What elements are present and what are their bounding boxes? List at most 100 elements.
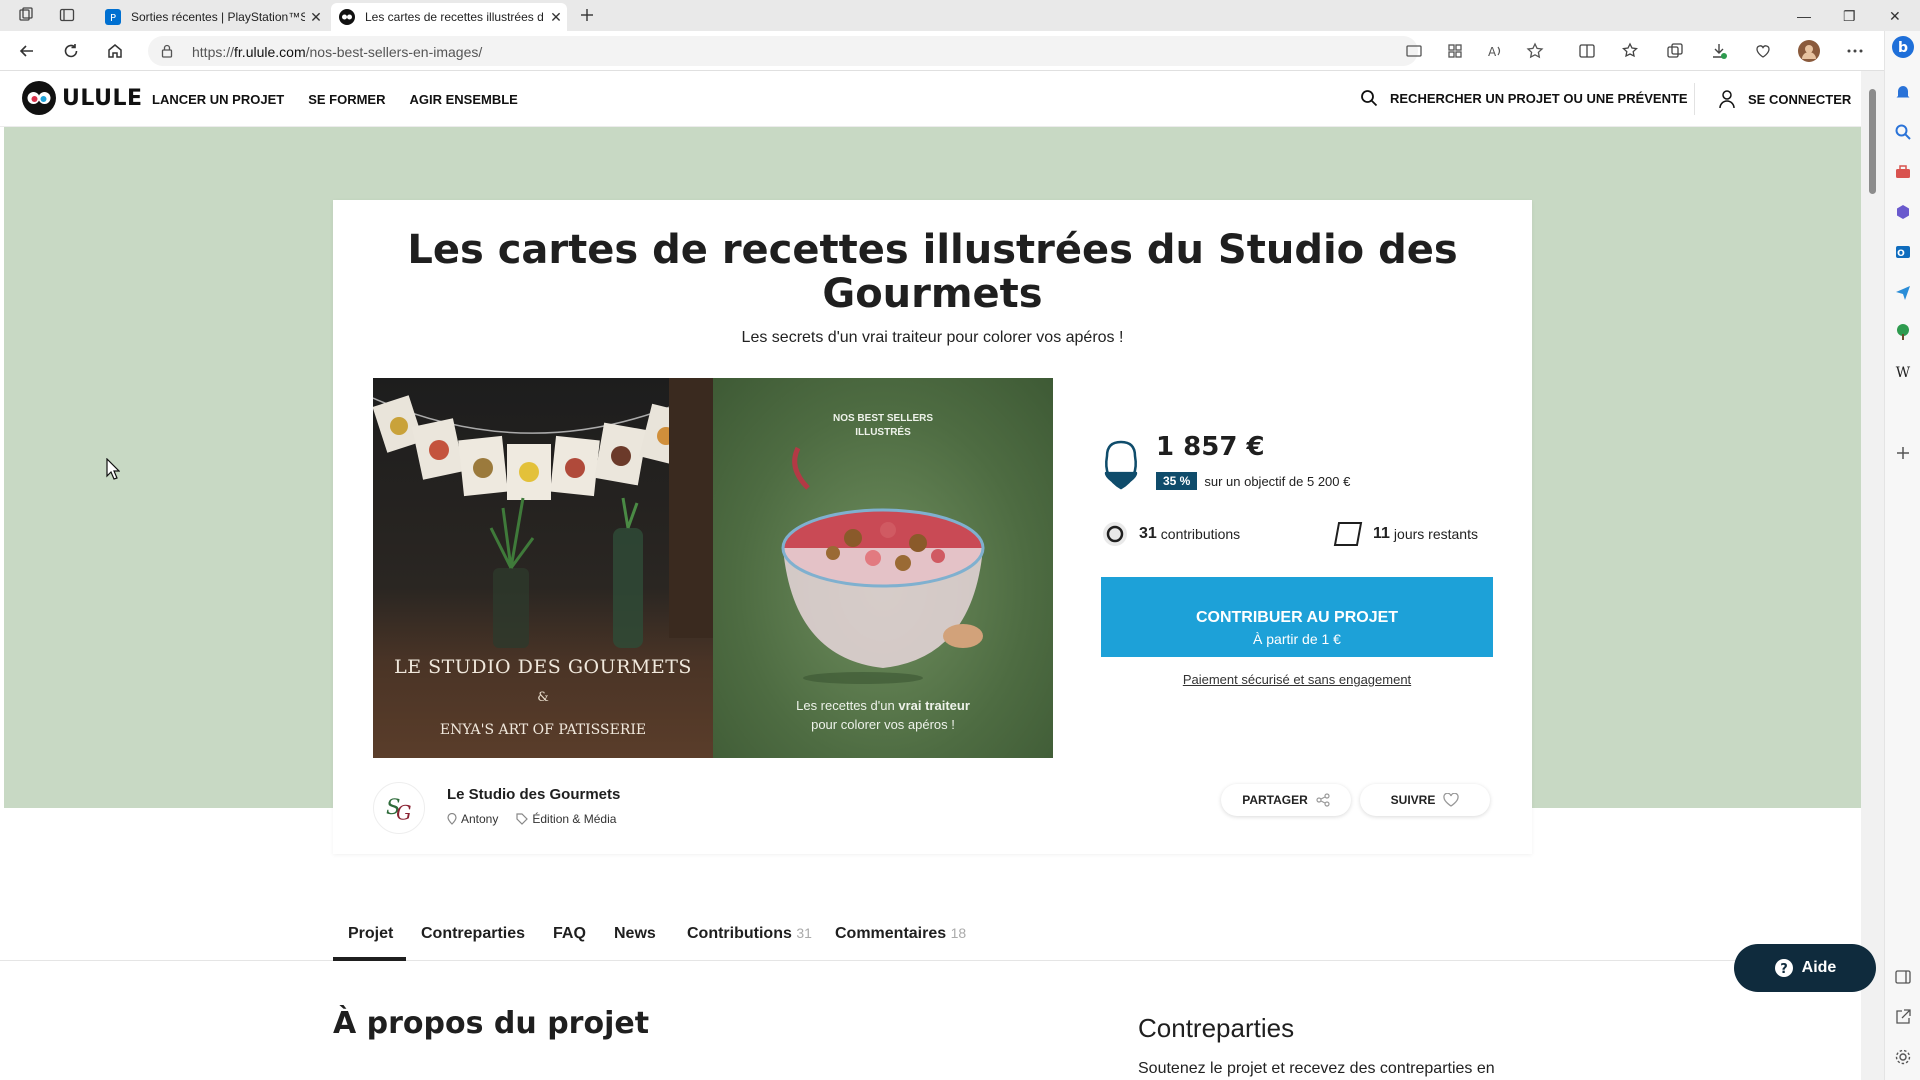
nav-act-together[interactable]: AGIR ENSEMBLE (409, 92, 517, 107)
raised-amount: 1 857 € (1156, 432, 1265, 462)
follow-label: SUIVRE (1390, 793, 1436, 807)
contribute-button-sublabel: À partir de 1 € (1253, 630, 1341, 647)
new-tab-icon[interactable] (579, 7, 595, 23)
tab-faq[interactable]: FAQ (553, 925, 586, 943)
tab-count: 18 (950, 925, 967, 941)
minimize-icon[interactable]: — (1797, 8, 1811, 24)
follow-button[interactable]: SUIVRE (1360, 784, 1490, 816)
close-tab-icon[interactable]: ✕ (545, 9, 567, 26)
browser-tab-strip: P Sorties récentes | PlayStation™St ✕ Le… (0, 0, 1920, 31)
copilot-icon[interactable]: b (1891, 35, 1915, 59)
location-pin-icon (447, 813, 457, 825)
svg-text:W: W (1896, 365, 1911, 381)
collections-icon[interactable] (1666, 42, 1684, 60)
outlook-icon[interactable]: O (1894, 243, 1912, 261)
nav-training[interactable]: SE FORMER (308, 92, 385, 107)
tab-title: Les cartes de recettes illustrées d (365, 10, 544, 24)
svg-text:?: ? (1780, 962, 1788, 977)
nav-launch-project[interactable]: LANCER UN PROJET (152, 92, 284, 107)
tree-icon[interactable] (1894, 323, 1912, 341)
svg-text:P: P (110, 13, 116, 24)
send-icon[interactable] (1894, 283, 1912, 301)
browser-tab-ulule[interactable]: Les cartes de recettes illustrées d ✕ (331, 3, 567, 31)
tab-contributions[interactable]: Contributions 31 (687, 925, 812, 943)
microsoft365-icon[interactable] (1894, 203, 1912, 221)
close-window-icon[interactable]: ✕ (1889, 8, 1901, 25)
browser-tab-playstation[interactable]: P Sorties récentes | PlayStation™St ✕ (97, 3, 327, 31)
read-aloud-icon[interactable]: A (1486, 42, 1504, 60)
browser-essentials-icon[interactable] (1754, 42, 1772, 60)
workspaces-icon[interactable] (18, 7, 34, 23)
rewards-text: Soutenez le projet et recevez des contre… (1138, 1060, 1495, 1077)
wikipedia-icon[interactable]: W (1894, 363, 1912, 381)
help-label: Aide (1801, 959, 1837, 976)
scrollbar-thumb[interactable] (1869, 89, 1876, 194)
login-link[interactable]: SE CONNECTER (1718, 89, 1851, 109)
goal-line: 35 % sur un objectif de 5 200 € (1156, 472, 1350, 490)
project-title: Les cartes de recettes illustrées du Stu… (407, 227, 1458, 317)
mouse-cursor-icon (106, 458, 120, 480)
url-field[interactable]: https://fr.ulule.com/nos-best-sellers-en… (148, 36, 1418, 66)
login-label: SE CONNECTER (1748, 91, 1852, 107)
owner-avatar[interactable]: SG (373, 782, 425, 834)
ulule-logo[interactable]: ULULE (22, 81, 143, 115)
rewards-heading: Contreparties (1138, 1013, 1295, 1043)
refresh-icon[interactable] (62, 42, 80, 60)
contributions-coin-icon (1103, 522, 1127, 546)
main-nav: LANCER UN PROJET SE FORMER AGIR ENSEMBLE (152, 92, 518, 107)
split-screen-icon[interactable] (1578, 42, 1596, 60)
contributions-label: contributions (1160, 526, 1241, 542)
funding-jar-icon (1104, 440, 1138, 490)
tab-contreparties[interactable]: Contreparties (421, 925, 525, 943)
tab-news[interactable]: News (614, 925, 656, 943)
days-remaining-stat: 11 jours restants (1333, 520, 1478, 548)
secure-payment-link[interactable]: Paiement sécurisé et sans engagement (1101, 672, 1493, 687)
home-icon[interactable] (106, 42, 124, 60)
external-link-icon[interactable] (1894, 1008, 1912, 1026)
app-available-icon[interactable] (1446, 42, 1464, 60)
tab-projet[interactable]: Projet (348, 925, 393, 943)
share-button[interactable]: PARTAGER (1221, 784, 1351, 816)
days-count: 11 (1373, 525, 1390, 542)
image-caption: Les recettes d'un vrai traiteur pour col… (796, 698, 970, 732)
page-scrollbar[interactable] (1861, 71, 1884, 1080)
favorite-star-icon[interactable] (1526, 42, 1544, 60)
reader-view-icon[interactable] (1405, 42, 1423, 60)
favorites-icon[interactable] (1622, 42, 1640, 60)
search-project-link[interactable]: RECHERCHER UN PROJET OU UNE PRÉVENTE (1360, 89, 1688, 107)
tab-count: 31 (796, 925, 812, 941)
contributions-count: 31 (1139, 525, 1157, 542)
owner-location: Antony (447, 812, 498, 826)
tab-actions-icon[interactable] (59, 7, 75, 23)
project-visual[interactable]: LE STUDIO DES GOURMETS & ENYA'S ART OF P… (373, 378, 1053, 758)
tab-commentaires[interactable]: Commentaires 18 (835, 925, 966, 943)
active-tab-indicator (333, 957, 406, 961)
downloads-icon[interactable] (1710, 42, 1728, 60)
ulule-owl-icon (22, 81, 56, 115)
restore-icon[interactable]: ❐ (1843, 8, 1856, 25)
help-question-icon: ? (1774, 959, 1793, 977)
profile-avatar-icon[interactable] (1798, 40, 1820, 62)
owner-category[interactable]: Édition & Média (516, 812, 616, 826)
lock-icon[interactable] (160, 44, 174, 58)
add-sidebar-icon[interactable] (1894, 444, 1912, 462)
search-sidebar-icon[interactable] (1894, 123, 1912, 141)
notifications-icon[interactable] (1894, 83, 1912, 101)
address-toolbar: https://fr.ulule.com/nos-best-sellers-en… (0, 31, 1920, 71)
close-tab-icon[interactable]: ✕ (305, 9, 327, 26)
more-options-icon[interactable] (1846, 42, 1864, 60)
contribute-button-label: CONTRIBUER AU PROJET (1195, 608, 1399, 626)
sidebar-settings-icon[interactable] (1894, 1048, 1912, 1066)
contribute-button[interactable]: CONTRIBUER AU PROJET À partir de 1 € (1101, 577, 1493, 657)
days-label: jours restants (1393, 526, 1478, 542)
owner-meta: Antony Édition & Média (447, 812, 616, 826)
project-subtitle: Les secrets d'un vrai traiteur pour colo… (741, 329, 1124, 346)
tag-icon (516, 813, 529, 825)
back-icon[interactable] (18, 42, 36, 60)
owner-name[interactable]: Le Studio des Gourmets (447, 786, 620, 803)
help-button[interactable]: ? Aide (1734, 944, 1876, 992)
tools-icon[interactable] (1894, 163, 1912, 181)
tab-title: Sorties récentes | PlayStation™St (131, 10, 305, 24)
hide-sidebar-icon[interactable] (1894, 968, 1912, 986)
image-amp-text: & (537, 690, 549, 705)
